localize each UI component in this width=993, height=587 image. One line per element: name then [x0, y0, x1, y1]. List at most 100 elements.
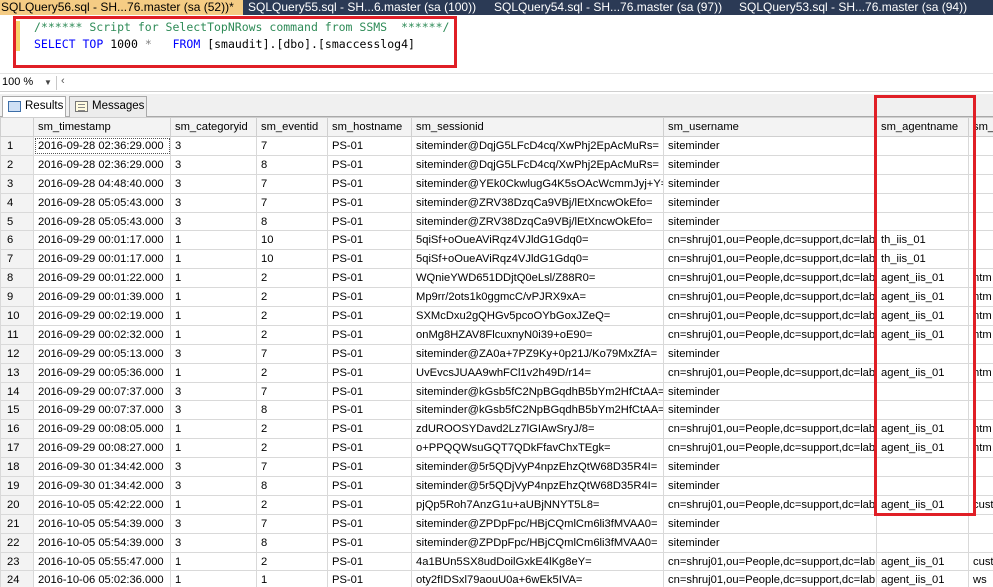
grid-cell[interactable]: 8 [256, 211, 328, 232]
grid-cell[interactable] [968, 532, 993, 553]
table-row[interactable]: 13 2016-09-29 00:05:36.000 1 2 PS-01 UvEvcsJU… [0, 362, 993, 383]
grid-cell[interactable]: PS-01 [327, 287, 412, 308]
grid-cell[interactable]: 2016-09-29 00:07:37.000 [33, 381, 171, 402]
grid-cell[interactable]: 8 [256, 154, 328, 175]
row-number-cell[interactable]: 6 [0, 230, 34, 251]
grid-cell[interactable]: 2016-09-29 00:05:13.000 [33, 343, 171, 364]
row-number-cell[interactable]: 4 [0, 192, 34, 213]
grid-cell[interactable]: siteminder [663, 457, 877, 478]
grid-cell[interactable]: 2016-09-29 00:05:36.000 [33, 362, 171, 383]
row-number-cell[interactable]: 16 [0, 419, 34, 440]
grid-cell[interactable]: 1 [170, 570, 257, 587]
table-row[interactable]: 18 2016-09-30 01:34:42.000 3 7 PS-01 sitemind… [0, 457, 993, 478]
grid-cell[interactable]: 1 [170, 419, 257, 440]
grid-cell[interactable]: 8 [256, 476, 328, 496]
table-row[interactable]: 11 2016-09-29 00:02:32.000 1 2 PS-01 onMg8HZA… [0, 324, 993, 345]
grid-cell[interactable]: 2 [256, 324, 328, 345]
grid-cell[interactable]: siteminder [663, 532, 877, 553]
row-number-cell[interactable]: 2 [0, 154, 34, 175]
row-number-cell[interactable]: 21 [0, 513, 34, 534]
grid-cell[interactable]: PS-01 [327, 211, 412, 232]
grid-cell[interactable]: 1 [170, 438, 257, 459]
grid-cell[interactable]: cn=shruj01,ou=People,dc=support,dc=lab [663, 287, 877, 308]
table-row[interactable]: 21 2016-10-05 05:54:39.000 3 7 PS-01 sitemind… [0, 513, 993, 534]
table-row[interactable]: 9 2016-09-29 00:01:39.000 1 2 PS-01 Mp9rr/2ot… [0, 287, 993, 308]
row-number-cell[interactable]: 1 [0, 136, 34, 156]
grid-cell[interactable]: 2016-09-28 05:05:43.000 [33, 211, 171, 232]
grid-cell[interactable]: Mp9rr/2ots1k0ggmcC/vPJRX9xA= [411, 287, 664, 308]
table-row[interactable]: 12 2016-09-29 00:05:13.000 3 7 PS-01 sitemind… [0, 343, 993, 364]
grid-cell[interactable]: siteminder@5r5QDjVyP4npzEhzQtW68D35R4I= [411, 476, 664, 496]
grid-cell[interactable]: cn=shruj01,ou=People,dc=support,dc=lab [663, 419, 877, 440]
grid-cell[interactable]: PS-01 [327, 343, 412, 364]
grid-cell[interactable]: PS-01 [327, 230, 412, 251]
grid-cell[interactable] [876, 532, 969, 553]
grid-cell[interactable]: siteminder [663, 211, 877, 232]
table-row[interactable]: 2 2016-09-28 02:36:29.000 3 8 PS-01 siteminde… [0, 154, 993, 175]
grid-cell[interactable]: PS-01 [327, 306, 412, 326]
table-row[interactable]: 22 2016-10-05 05:54:39.000 3 8 PS-01 sitemind… [0, 532, 993, 553]
grid-cell[interactable]: 1 [170, 249, 257, 270]
grid-cell[interactable]: cn=shruj01,ou=People,dc=support,dc=lab [663, 268, 877, 289]
grid-cell[interactable]: cn=shruj01,ou=People,dc=support,dc=lab [663, 438, 877, 459]
grid-cell[interactable]: siteminder@kGsb5fC2NpBGqdhB5bYm2HfCtAA= [411, 400, 664, 421]
grid-cell[interactable]: agent_iis_01 [876, 551, 969, 572]
row-number-cell[interactable]: 7 [0, 249, 34, 270]
column-header[interactable]: sm_username [663, 117, 877, 137]
row-number-cell[interactable]: 19 [0, 476, 34, 496]
column-header[interactable]: sm_categoryid [170, 117, 257, 137]
grid-cell[interactable]: 2016-10-05 05:55:47.000 [33, 551, 171, 572]
grid-cell[interactable]: 2016-09-29 00:08:27.000 [33, 438, 171, 459]
grid-cell[interactable]: 2016-09-28 04:48:40.000 [33, 173, 171, 194]
grid-cell[interactable]: ws [968, 570, 993, 587]
table-row[interactable]: 14 2016-09-29 00:07:37.000 3 7 PS-01 sitemind… [0, 381, 993, 402]
grid-cell[interactable]: siteminder@5r5QDjVyP4npzEhzQtW68D35R4I= [411, 457, 664, 478]
row-number-cell[interactable]: 9 [0, 287, 34, 308]
grid-cell[interactable]: 1 [170, 362, 257, 383]
grid-cell[interactable]: 3 [170, 513, 257, 534]
row-number-cell[interactable]: 18 [0, 457, 34, 478]
grid-cell[interactable]: 3 [170, 343, 257, 364]
row-number-cell[interactable]: 14 [0, 381, 34, 402]
grid-cell[interactable]: 1 [170, 324, 257, 345]
grid-cell[interactable]: PS-01 [327, 532, 412, 553]
zoom-level-dropdown[interactable]: 100 % [2, 76, 33, 88]
grid-cell[interactable]: 2016-09-28 05:05:43.000 [33, 192, 171, 213]
grid-cell[interactable]: 7 [256, 173, 328, 194]
grid-cell[interactable]: 2 [256, 551, 328, 572]
row-number-cell[interactable]: 13 [0, 362, 34, 383]
grid-cell[interactable]: siteminder@YEk0CkwlugG4K5sOAcWcmmJyj+Y= [411, 173, 664, 194]
grid-cell[interactable]: 1 [170, 551, 257, 572]
corner-cell[interactable] [0, 117, 34, 137]
grid-cell[interactable]: 2 [256, 306, 328, 326]
grid-cell[interactable]: siteminder [663, 154, 877, 175]
grid-cell[interactable]: 2016-10-05 05:54:39.000 [33, 532, 171, 553]
grid-cell[interactable]: agent_iis_01 [876, 570, 969, 587]
table-row[interactable]: 10 2016-09-29 00:02:19.000 1 2 PS-01 SXMcDxu2… [0, 306, 993, 326]
chevron-down-icon[interactable]: ▼ [44, 78, 52, 87]
grid-cell[interactable]: 10 [256, 249, 328, 270]
grid-cell[interactable]: SXMcDxu2gQHGv5pcoOYbGoxJZeQ= [411, 306, 664, 326]
grid-cell[interactable]: 3 [170, 154, 257, 175]
grid-cell[interactable]: 2016-09-29 00:02:32.000 [33, 324, 171, 345]
grid-cell[interactable] [876, 513, 969, 534]
grid-cell[interactable]: cn=shruj01,ou=People,dc=support,dc=lab [663, 306, 877, 326]
grid-cell[interactable]: 2016-09-29 00:02:19.000 [33, 306, 171, 326]
grid-cell[interactable]: 1 [170, 287, 257, 308]
row-number-cell[interactable]: 5 [0, 211, 34, 232]
table-row[interactable]: 17 2016-09-29 00:08:27.000 1 2 PS-01 o+PPQQWs… [0, 438, 993, 459]
grid-cell[interactable]: 2 [256, 419, 328, 440]
grid-cell[interactable]: pjQp5Roh7AnzG1u+aUBjNNYT5L8= [411, 494, 664, 515]
grid-cell[interactable]: 2016-09-30 01:34:42.000 [33, 457, 171, 478]
grid-cell[interactable]: PS-01 [327, 324, 412, 345]
grid-cell[interactable] [968, 513, 993, 534]
grid-cell[interactable]: zdUROOSYDavd2Lz7lGIAwSryJ/8= [411, 419, 664, 440]
grid-cell[interactable]: 2016-10-05 05:42:22.000 [33, 494, 171, 515]
grid-cell[interactable]: 2 [256, 438, 328, 459]
table-row[interactable]: 20 2016-10-05 05:42:22.000 1 2 PS-01 pjQp5Roh… [0, 494, 993, 515]
column-header[interactable]: sm_timestamp [33, 117, 171, 137]
grid-cell[interactable]: siteminder@ZRV38DzqCa9VBj/lEtXncwOkEfo= [411, 192, 664, 213]
grid-cell[interactable]: PS-01 [327, 362, 412, 383]
grid-cell[interactable]: cn=shruj01,ou=People,dc=support,dc=lab [663, 362, 877, 383]
grid-cell[interactable]: 5qiSf+oOueAViRqz4VJldG1Gdq0= [411, 230, 664, 251]
